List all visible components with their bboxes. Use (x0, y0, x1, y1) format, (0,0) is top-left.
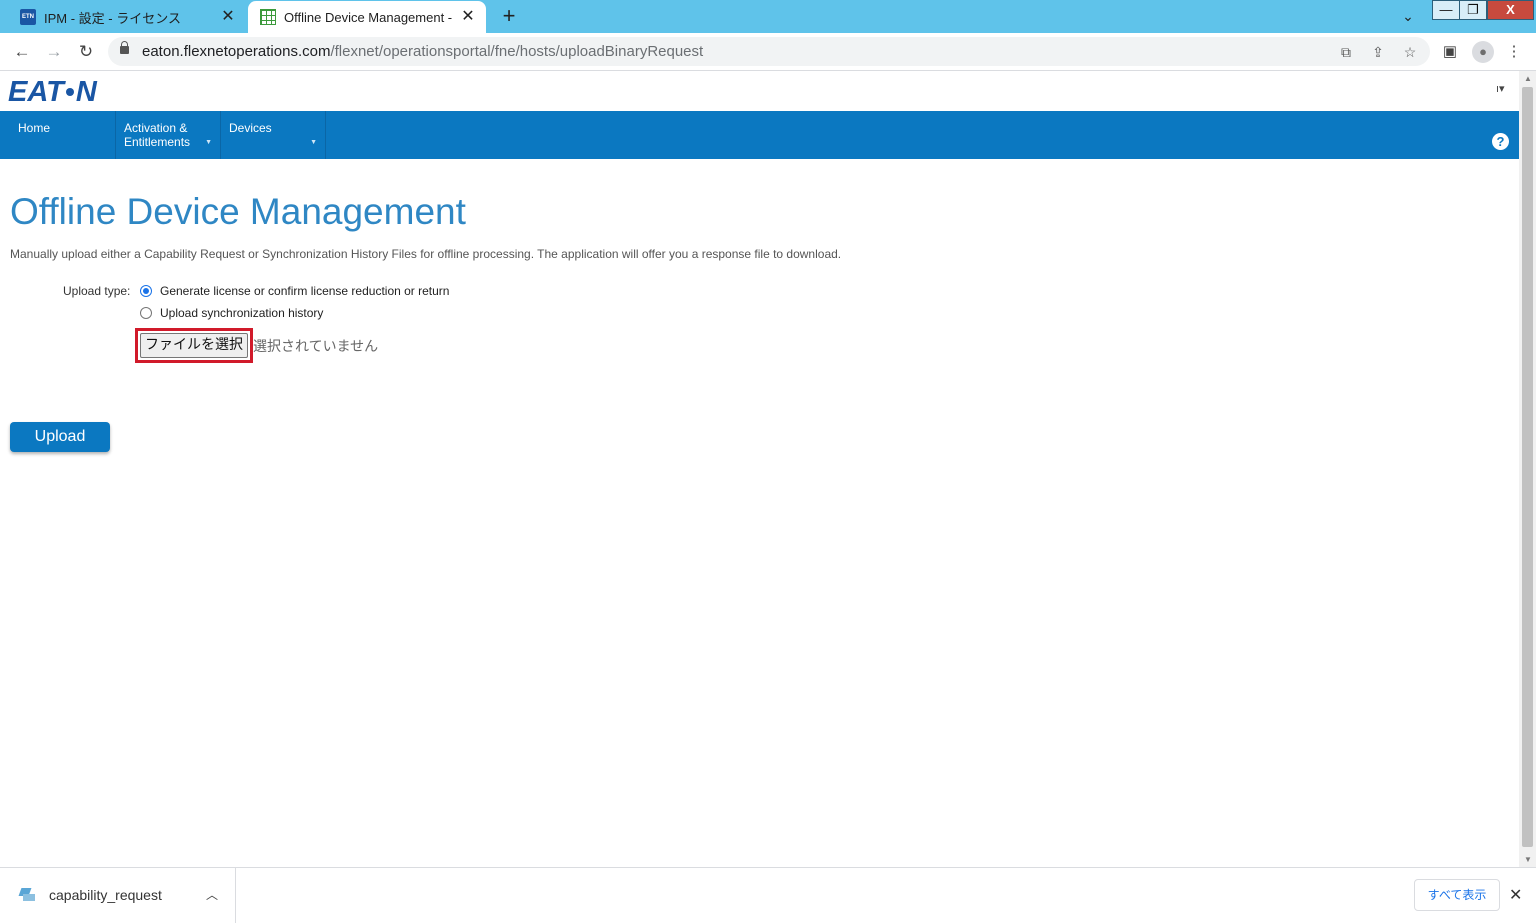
tab-search-chevron-icon[interactable]: ⌄ (1398, 8, 1418, 26)
download-bar: capability_request ︿ すべて表示 ✕ (0, 867, 1536, 923)
reload-icon[interactable]: ↻ (75, 41, 97, 63)
nav-home-label: Home (18, 121, 51, 135)
address-bar[interactable]: eaton.flexnetoperations.com/flexnet/oper… (108, 37, 1430, 66)
scrollbar-thumb[interactable] (1522, 87, 1533, 847)
restore-button[interactable]: ❐ (1459, 0, 1487, 20)
nav-activation-entitlements[interactable]: Activation & Entitlements ▼ (116, 111, 221, 159)
close-tab-icon[interactable]: ✕ (220, 9, 236, 25)
nav-devices[interactable]: Devices ▼ (221, 111, 326, 159)
option-upload-sync-history[interactable]: Upload synchronization history (140, 305, 323, 321)
chevron-up-icon[interactable]: ︿ (206, 886, 218, 903)
close-tab-icon[interactable]: ✕ (460, 9, 476, 25)
scroll-up-arrow-icon[interactable]: ▲ (1524, 74, 1532, 83)
dropdown-caret-icon: ▼ (205, 139, 212, 146)
user-menu-dropdown-icon[interactable]: ı▾ (1496, 82, 1505, 95)
nav-activation-label: Activation & Entitlements (124, 121, 191, 149)
logo-letters: AT (27, 75, 64, 108)
scroll-down-arrow-icon[interactable]: ▼ (1524, 855, 1532, 864)
tab-ipm-settings[interactable]: ETN IPM - 設定 - ライセンス ✕ (8, 1, 246, 33)
close-download-bar-icon[interactable]: ✕ (1509, 885, 1522, 905)
bookmark-star-icon[interactable]: ☆ (1400, 42, 1420, 62)
share-icon[interactable]: ⇪ (1368, 42, 1388, 62)
new-tab-button[interactable]: + (498, 5, 520, 27)
radio-generate-license[interactable] (140, 285, 152, 297)
url-text[interactable]: eaton.flexnetoperations.com/flexnet/oper… (142, 43, 703, 60)
side-panel-icon[interactable]: ▣ (1439, 41, 1461, 63)
lock-icon[interactable] (120, 41, 129, 54)
eaton-logo[interactable]: E AT N (8, 76, 97, 108)
nav-devices-label: Devices (229, 121, 272, 135)
tab-title: Offline Device Management - (284, 9, 453, 25)
logo-letter: N (75, 75, 97, 108)
upload-button[interactable]: Upload (10, 422, 110, 452)
option-upload-sync-history-label[interactable]: Upload synchronization history (160, 306, 323, 320)
page-scrollbar[interactable]: ▲ ▼ (1519, 71, 1536, 867)
forward-arrow-icon[interactable]: → (43, 41, 65, 63)
kebab-menu-icon[interactable]: ⋮ (1503, 41, 1525, 63)
page-title: Offline Device Management (10, 191, 466, 232)
file-icon (18, 888, 36, 902)
site-navbar: Home Activation & Entitlements ▼ Devices… (0, 111, 1519, 159)
page-description: Manually upload either a Capability Requ… (10, 247, 842, 261)
upload-type-label: Upload type: (63, 284, 131, 298)
download-item[interactable]: capability_request ︿ (0, 868, 236, 923)
help-icon[interactable]: ? (1492, 133, 1509, 150)
tab-title: IPM - 設定 - ライセンス (44, 10, 181, 26)
nav-home[interactable]: Home (10, 111, 116, 159)
minimize-button[interactable]: — (1432, 0, 1460, 20)
tab-offline-device-management[interactable]: Offline Device Management - ✕ (248, 1, 486, 33)
browser-toolbar: ← → ↻ eaton.flexnetoperations.com/flexne… (0, 33, 1536, 71)
file-status-text: 選択されていません (253, 339, 379, 355)
radio-upload-sync-history[interactable] (140, 307, 152, 319)
tab-strip: ETN IPM - 設定 - ライセンス ✕ Offline Device Ma… (0, 0, 1536, 33)
translate-icon[interactable]: ⧉ (1336, 42, 1356, 62)
grid-favicon-icon (260, 9, 276, 25)
etn-favicon-icon: ETN (20, 9, 36, 25)
back-arrow-icon[interactable]: ← (11, 41, 33, 63)
logo-letter: E (8, 75, 28, 108)
download-file-name[interactable]: capability_request (49, 887, 162, 903)
web-page: E AT N ı▾ Home Activation & Entitlements ▼… (0, 71, 1519, 867)
option-generate-license[interactable]: Generate license or confirm license redu… (140, 283, 449, 299)
choose-file-button[interactable]: ファイルを選択 (140, 333, 248, 358)
profile-avatar-icon[interactable]: ● (1472, 41, 1494, 63)
dropdown-caret-icon: ▼ (310, 139, 317, 146)
logo-dot (65, 88, 74, 96)
option-generate-license-label[interactable]: Generate license or confirm license redu… (160, 284, 449, 298)
window-close-button[interactable]: X (1487, 0, 1534, 20)
show-all-downloads-button[interactable]: すべて表示 (1414, 879, 1500, 911)
